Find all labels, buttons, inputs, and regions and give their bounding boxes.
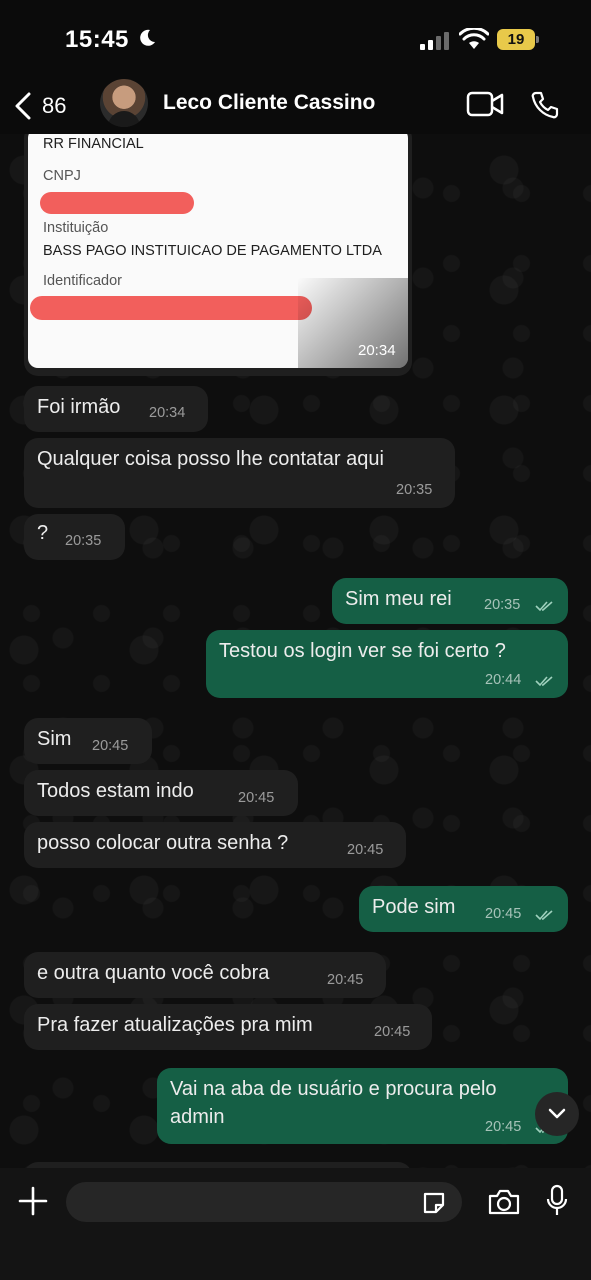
message-text: Pode sim xyxy=(372,896,456,918)
unread-count: 86 xyxy=(42,93,67,118)
message-input[interactable] xyxy=(66,1182,462,1222)
sticker-icon[interactable] xyxy=(421,1190,447,1216)
message-outgoing[interactable]: Sim meu rei 20:35 xyxy=(332,578,568,624)
double-check-icon xyxy=(535,601,553,612)
avatar-shirt xyxy=(108,111,140,127)
message-text: Sim meu rei xyxy=(345,588,452,610)
message-text-line2: admin xyxy=(170,1106,225,1128)
message-text-line1: Vai na aba de usuário e procura pelo xyxy=(170,1078,497,1100)
chevron-down-icon xyxy=(548,1108,566,1119)
message-time: 20:35 xyxy=(396,482,433,498)
image-message[interactable]: RR FINANCIAL CNPJ Instituição BASS PAGO … xyxy=(24,134,412,376)
video-call-icon[interactable] xyxy=(466,91,504,117)
message-time: 20:45 xyxy=(374,1024,411,1040)
wifi-icon xyxy=(459,28,489,49)
camera-icon[interactable] xyxy=(487,1188,521,1216)
message-outgoing[interactable]: Testou os login ver se foi certo ? 20:44 xyxy=(206,630,568,698)
message-incoming[interactable]: Foi irmão 20:34 xyxy=(24,386,208,432)
receipt-institution-label: Instituição xyxy=(43,220,109,236)
message-text: e outra quanto você cobra xyxy=(37,962,270,984)
message-time: 20:44 xyxy=(485,672,522,688)
message-incoming[interactable]: ? 20:35 xyxy=(24,514,125,560)
message-text: Qualquer coisa posso lhe contatar aqui xyxy=(37,448,384,470)
message-time: 20:45 xyxy=(485,1119,522,1135)
message-text: Todos estam indo xyxy=(37,780,194,802)
scroll-down-button[interactable] xyxy=(535,1092,579,1136)
redaction-mark xyxy=(30,296,312,320)
chat-header: 86 Leco Cliente Cassino xyxy=(0,78,591,134)
input-bar xyxy=(0,1168,591,1280)
receipt-company: RR FINANCIAL xyxy=(43,136,144,152)
message-incoming[interactable]: Todos estam indo 20:45 xyxy=(24,770,298,816)
message-text: posso colocar outra senha ? xyxy=(37,832,289,854)
message-time: 20:35 xyxy=(484,597,521,613)
chat-area[interactable]: RR FINANCIAL CNPJ Instituição BASS PAGO … xyxy=(0,134,591,1168)
message-time: 20:45 xyxy=(238,790,275,806)
message-outgoing[interactable]: Vai na aba de usuário e procura pelo adm… xyxy=(157,1068,568,1144)
redaction-mark xyxy=(40,192,194,214)
battery-tip xyxy=(536,36,539,43)
receipt-identifier-label: Identificador xyxy=(43,273,122,289)
message-text: Testou os login ver se foi certo ? xyxy=(219,640,506,662)
back-button[interactable]: 86 xyxy=(14,84,84,128)
status-bar: 15:45 19 xyxy=(0,0,591,78)
message-incoming[interactable]: posso colocar outra senha ? 20:45 xyxy=(24,822,406,868)
moon-icon xyxy=(140,29,155,46)
back-chevron-icon xyxy=(15,92,31,120)
receipt-institution-value: BASS PAGO INSTITUICAO DE PAGAMENTO LTDA xyxy=(43,243,382,259)
contact-name[interactable]: Leco Cliente Cassino xyxy=(163,91,375,115)
microphone-icon[interactable] xyxy=(545,1184,569,1218)
message-outgoing[interactable]: Pode sim 20:45 xyxy=(359,886,568,932)
signal-icon xyxy=(420,32,449,50)
battery-level: 19 xyxy=(497,29,535,50)
message-incoming[interactable]: e outra quanto você cobra 20:45 xyxy=(24,952,386,998)
message-time: 20:45 xyxy=(347,842,384,858)
receipt-cnpj-label: CNPJ xyxy=(43,168,81,184)
message-time: 20:34 xyxy=(149,405,186,421)
message-text: Sim xyxy=(37,728,72,750)
message-incoming[interactable]: Sim 20:45 xyxy=(24,718,152,764)
payment-receipt-image[interactable]: RR FINANCIAL CNPJ Instituição BASS PAGO … xyxy=(28,134,408,368)
message-incoming[interactable]: Pra fazer atualizações pra mim 20:45 xyxy=(24,1004,432,1050)
message-time: 20:34 xyxy=(358,342,396,359)
message-time: 20:45 xyxy=(327,972,364,988)
double-check-icon xyxy=(535,910,553,921)
status-time: 15:45 xyxy=(65,26,129,53)
message-incoming[interactable]: Qualquer coisa posso lhe contatar aqui 2… xyxy=(24,438,455,508)
message-text: ? xyxy=(37,522,49,544)
battery-indicator: 19 xyxy=(497,29,539,50)
message-text: Foi irmão xyxy=(37,396,121,418)
message-time: 20:45 xyxy=(92,738,129,754)
double-check-icon xyxy=(535,676,553,687)
phone-icon[interactable] xyxy=(530,90,560,120)
avatar[interactable] xyxy=(100,79,148,127)
message-time: 20:45 xyxy=(485,906,522,922)
message-time: 20:35 xyxy=(65,533,102,549)
message-text: Pra fazer atualizações pra mim xyxy=(37,1014,313,1036)
plus-icon[interactable] xyxy=(18,1186,48,1216)
